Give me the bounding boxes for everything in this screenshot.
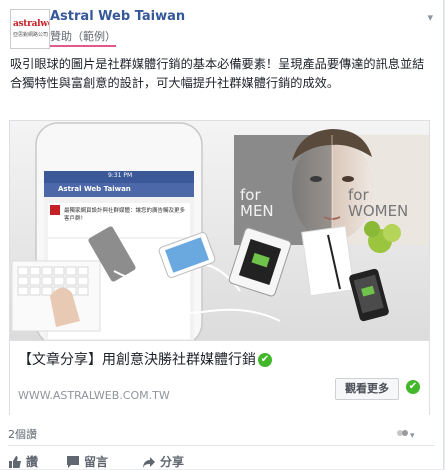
ad-title[interactable]: 【文章分享】用創意決勝社群媒體行銷 ✔	[18, 349, 272, 369]
page-avatar[interactable]: astralweb 亞思銳網路公司	[10, 9, 50, 49]
share-label: 分享	[160, 455, 185, 469]
phone-post-text: 最獨家網頁設計與社群媒體：讓您的廣告觸及更多客戶群！	[64, 208, 186, 222]
page-name-link[interactable]: Astral Web Taiwan	[50, 9, 185, 24]
like-button[interactable]: 讚	[8, 453, 38, 470]
reactions-selector-icon[interactable]: ▾	[396, 428, 415, 441]
ad-title-text: 【文章分享】用創意決勝社群媒體行銷	[18, 352, 256, 368]
feed-post: astralweb 亞思銳網路公司 Astral Web Taiwan 贊助（範…	[0, 0, 444, 469]
comment-icon	[67, 456, 79, 468]
logo-text: astralweb	[13, 19, 49, 29]
women-label: for WOMEN	[348, 186, 409, 220]
learn-more-button[interactable]: 觀看更多	[335, 378, 399, 400]
like-count[interactable]: 2個讚	[8, 426, 37, 442]
comment-label: 留言	[84, 455, 109, 469]
ad-attachment[interactable]: 9:31 PM Astral Web Taiwan 最獨家網頁設計與社群媒體：讓…	[9, 120, 430, 415]
cta-check-icon: ✔	[406, 380, 420, 394]
comment-button[interactable]: 留言	[66, 453, 108, 470]
share-icon	[143, 457, 155, 468]
post-text: 吸引眼球的圖片是社群媒體行銷的基本必備要素！呈現產品要傳達的訊息並結合獨特性與富…	[10, 57, 425, 90]
sponsored-label[interactable]: 贊助（範例）	[50, 28, 116, 47]
thumbs-up-icon	[9, 456, 21, 468]
verified-check-icon: ✔	[258, 353, 272, 367]
men-label: for MEN	[240, 186, 274, 220]
share-button[interactable]: 分享	[142, 453, 184, 470]
ad-image[interactable]: 9:31 PM Astral Web Taiwan 最獨家網頁設計與社群媒體：讓…	[10, 121, 429, 340]
like-label: 讚	[26, 455, 39, 469]
post-header: astralweb 亞思銳網路公司 Astral Web Taiwan 贊助（範…	[10, 7, 435, 49]
phone-status-time: 9:31 PM	[108, 172, 133, 179]
ad-url[interactable]: WWW.ASTRALWEB.COM.TW	[18, 389, 170, 402]
chevron-down-icon[interactable]: ▾	[427, 11, 433, 24]
divider	[8, 445, 435, 446]
phone-page-name: Astral Web Taiwan	[58, 185, 131, 193]
logo-subtext: 亞思銳網路公司	[13, 32, 49, 38]
ad-footer[interactable]: 【文章分享】用創意決勝社群媒體行銷 ✔ WWW.ASTRALWEB.COM.TW …	[10, 340, 429, 415]
